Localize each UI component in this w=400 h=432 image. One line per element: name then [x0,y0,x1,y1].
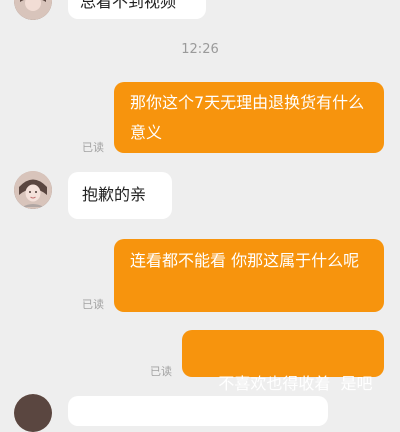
read-status: 已读 [82,298,104,311]
chat-conversation: 总看不到视频 12:26 已读 那你这个7天无理由退换货有什么意义 抱歉的亲 已… [0,0,400,432]
contact-avatar[interactable] [14,171,52,209]
chat-timestamp: 12:26 [181,42,219,57]
message-text: 那你这个7天无理由退换货有什么意义 [130,93,365,142]
message-text: 总看不到视频 [80,0,177,11]
message-bubble-incoming[interactable] [68,396,328,426]
message-text: 不喜欢也得收着 是吧 [218,374,373,393]
message-bubble-outgoing[interactable]: 连看都不能看 你那这属于什么呢 [114,239,384,312]
message-text: 抱歉的亲 [82,185,147,204]
message-bubble-incoming[interactable]: 抱歉的亲 [68,172,172,219]
read-status: 已读 [82,141,104,154]
message-text: 连看都不能看 你那这属于什么呢 [130,251,360,270]
message-bubble-outgoing[interactable]: 不喜欢也得收着 是吧 [182,330,384,393]
contact-avatar[interactable] [14,0,52,20]
message-bubble-outgoing[interactable]: 那你这个7天无理由退换货有什么意义 [114,82,384,153]
message-bubble-incoming[interactable]: 总看不到视频 [68,0,206,19]
read-status: 已读 [150,365,172,378]
